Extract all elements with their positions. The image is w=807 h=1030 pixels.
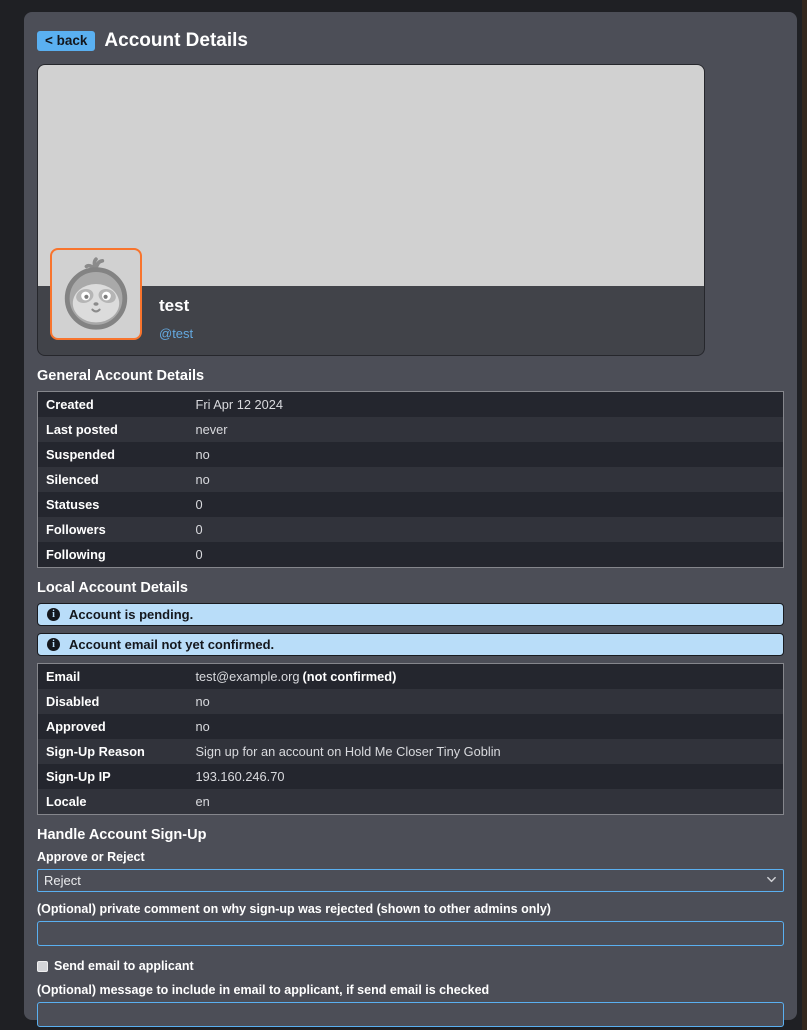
table-row: Last posted never xyxy=(38,417,784,442)
send-email-checkbox[interactable] xyxy=(37,961,48,972)
row-label: Following xyxy=(38,542,188,568)
table-row: Sign-Up IP 193.160.246.70 xyxy=(38,764,784,789)
row-label: Silenced xyxy=(38,467,188,492)
local-details-table: Email test@example.org(not confirmed) Di… xyxy=(37,663,784,815)
row-value: Sign up for an account on Hold Me Closer… xyxy=(188,739,784,764)
signup-section-heading: Handle Account Sign-Up xyxy=(37,827,784,843)
row-value: never xyxy=(188,417,784,442)
private-comment-label: (Optional) private comment on why sign-u… xyxy=(37,902,784,916)
banner-text: Account email not yet confirmed. xyxy=(69,637,274,652)
table-row: Followers 0 xyxy=(38,517,784,542)
general-section-heading: General Account Details xyxy=(37,368,784,384)
table-row: Created Fri Apr 12 2024 xyxy=(38,392,784,418)
scrollbar[interactable] xyxy=(802,0,807,1030)
row-value: Fri Apr 12 2024 xyxy=(188,392,784,418)
profile-card: test @test xyxy=(37,64,705,356)
send-email-row: Send email to applicant xyxy=(37,959,784,973)
table-row: Locale en xyxy=(38,789,784,815)
row-label: Statuses xyxy=(38,492,188,517)
info-circle-icon: i xyxy=(47,608,60,621)
approve-reject-select-wrap: Reject xyxy=(37,869,784,892)
row-label: Locale xyxy=(38,789,188,815)
local-section-heading: Local Account Details xyxy=(37,580,784,596)
row-label: Followers xyxy=(38,517,188,542)
approve-reject-label: Approve or Reject xyxy=(37,850,784,864)
back-button[interactable]: < back xyxy=(37,31,95,51)
row-value: 0 xyxy=(188,517,784,542)
not-confirmed-flag: (not confirmed) xyxy=(303,669,397,684)
email-unconfirmed-banner: i Account email not yet confirmed. xyxy=(37,633,784,656)
display-name: test xyxy=(159,296,193,316)
row-value: 0 xyxy=(188,492,784,517)
table-row: Suspended no xyxy=(38,442,784,467)
row-label: Email xyxy=(38,664,188,690)
table-row: Disabled no xyxy=(38,689,784,714)
row-value: no xyxy=(188,689,784,714)
table-row: Sign-Up Reason Sign up for an account on… xyxy=(38,739,784,764)
email-message-input[interactable] xyxy=(37,1002,784,1027)
row-value: en xyxy=(188,789,784,815)
row-value: no xyxy=(188,442,784,467)
row-label: Sign-Up IP xyxy=(38,764,188,789)
row-value: 0 xyxy=(188,542,784,568)
table-row: Silenced no xyxy=(38,467,784,492)
private-comment-input[interactable] xyxy=(37,921,784,946)
header: < back Account Details xyxy=(37,30,784,52)
row-label: Last posted xyxy=(38,417,188,442)
banner-text: Account is pending. xyxy=(69,607,193,622)
row-value: 193.160.246.70 xyxy=(188,764,784,789)
table-row: Statuses 0 xyxy=(38,492,784,517)
row-value: no xyxy=(188,714,784,739)
row-label: Approved xyxy=(38,714,188,739)
table-row: Approved no xyxy=(38,714,784,739)
row-label: Sign-Up Reason xyxy=(38,739,188,764)
send-email-label: Send email to applicant xyxy=(54,959,194,973)
page-title: Account Details xyxy=(104,30,248,52)
user-handle[interactable]: @test xyxy=(159,326,193,341)
account-pending-banner: i Account is pending. xyxy=(37,603,784,626)
general-details-table: Created Fri Apr 12 2024 Last posted neve… xyxy=(37,391,784,568)
info-circle-icon: i xyxy=(47,638,60,651)
profile-basic-info: test @test xyxy=(38,286,704,355)
row-label: Suspended xyxy=(38,442,188,467)
row-label: Created xyxy=(38,392,188,418)
profile-names: test @test xyxy=(159,286,193,355)
approve-reject-select[interactable]: Reject xyxy=(37,869,784,892)
table-row: Following 0 xyxy=(38,542,784,568)
account-details-panel: < back Account Details xyxy=(24,12,797,1020)
email-message-label: (Optional) message to include in email t… xyxy=(37,983,784,997)
table-row: Email test@example.org(not confirmed) xyxy=(38,664,784,690)
row-value: test@example.org(not confirmed) xyxy=(188,664,784,690)
avatar xyxy=(50,248,142,340)
row-value: no xyxy=(188,467,784,492)
sloth-avatar-icon xyxy=(56,252,136,337)
row-label: Disabled xyxy=(38,689,188,714)
